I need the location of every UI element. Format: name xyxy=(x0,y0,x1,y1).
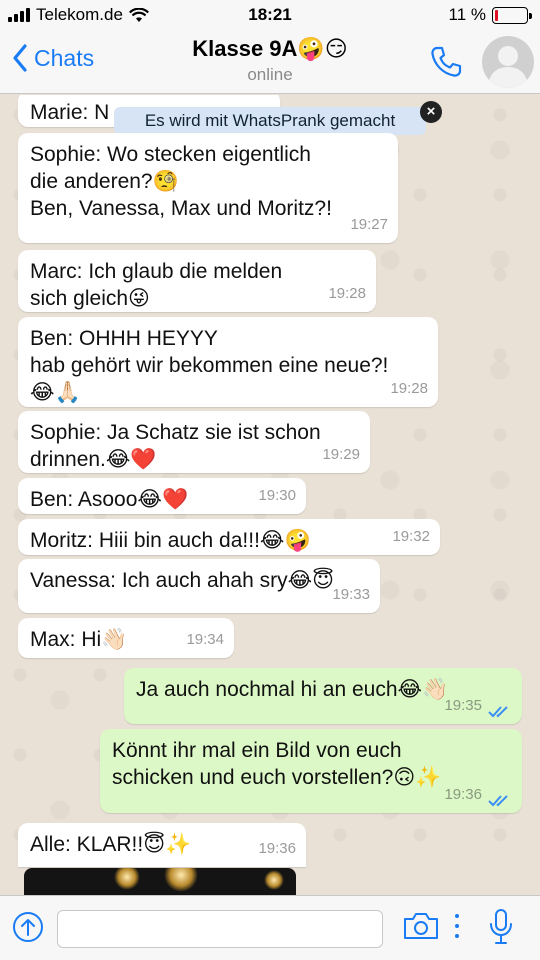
message-bubble: Ben: Asooo😂❤️ 19:30 xyxy=(18,478,306,514)
microphone-icon xyxy=(490,909,512,944)
message-time: 19:28 xyxy=(390,380,428,397)
message-text: Sophie: Wo stecken eigentlich die andere… xyxy=(30,143,332,220)
message-bubble: Sophie: Ja Schatz sie ist schon drinnen.… xyxy=(18,411,370,473)
message-bubble: Vanessa: Ich auch ahah sry😂😇 19:33 xyxy=(18,559,380,613)
user-silhouette-icon xyxy=(488,46,528,88)
photo-light xyxy=(164,868,198,892)
close-icon[interactable]: × xyxy=(420,101,442,123)
camera-button[interactable] xyxy=(402,911,440,946)
message-time: 19:29 xyxy=(322,446,360,463)
chat-area[interactable]: Marie: N Es wird mit WhatsPrank gemacht … xyxy=(0,95,540,895)
double-check-icon xyxy=(488,706,508,718)
prank-banner: Es wird mit WhatsPrank gemacht xyxy=(114,107,426,135)
message-bubble: Ben: OHHH HEYYY hab gehört wir bekommen … xyxy=(18,317,438,407)
message-bubble: Marc: Ich glaub die melden sich gleich😜 … xyxy=(18,250,376,312)
double-check-icon xyxy=(488,795,508,807)
input-bar xyxy=(0,895,540,960)
battery-percent: 11 % xyxy=(448,5,487,24)
message-bubble: Moritz: Hiii bin auch da!!!😂🤪 19:32 xyxy=(18,519,440,555)
message-bubble: Max: Hi👋🏻 19:34 xyxy=(18,618,234,658)
message-time: 19:32 xyxy=(392,528,430,545)
microphone-button[interactable] xyxy=(488,908,514,951)
call-button[interactable] xyxy=(428,44,464,85)
message-text: Moritz: Hiii bin auch da!!!😂🤪 xyxy=(30,529,311,552)
message-time: 19:33 xyxy=(332,586,370,603)
message-time: 19:30 xyxy=(258,487,296,504)
photo-light xyxy=(114,868,140,890)
message-text: Alle: KLAR!!😇✨ xyxy=(30,833,192,856)
message-input[interactable] xyxy=(57,910,383,948)
chat-header: Chats Klasse 9A🤪😏 online xyxy=(0,32,540,94)
message-bubble: Sophie: Wo stecken eigentlich die andere… xyxy=(18,133,398,243)
message-bubble: Alle: KLAR!!😇✨ 19:36 xyxy=(18,823,306,867)
battery-fill xyxy=(495,9,499,21)
message-text: Marc: Ich glaub die melden sich gleich😜 xyxy=(30,260,283,310)
message-time: 19:36 xyxy=(258,840,296,857)
message-text: Vanessa: Ich auch ahah sry😂😇 xyxy=(30,569,335,592)
message-time: 19:36 xyxy=(444,786,482,803)
vertical-dots-icon[interactable] xyxy=(455,914,459,944)
image-message[interactable] xyxy=(24,868,296,895)
arrow-up-circle-icon xyxy=(13,912,43,942)
camera-icon xyxy=(404,913,438,939)
phone-icon xyxy=(431,46,462,77)
message-bubble-outgoing: Ja auch nochmal hi an euch😂👋🏻 19:35 xyxy=(124,668,522,724)
group-avatar[interactable] xyxy=(482,36,534,88)
photo-light xyxy=(264,870,284,890)
message-text: Sophie: Ja Schatz sie ist schon drinnen.… xyxy=(30,421,321,471)
message-time: 19:27 xyxy=(350,216,388,233)
message-bubble-outgoing: Könnt ihr mal ein Bild von euch schicken… xyxy=(100,729,522,813)
status-right: 11 % xyxy=(448,5,532,25)
message-time: 19:35 xyxy=(444,697,482,714)
status-bar: Telekom.de 18:21 11 % xyxy=(0,0,540,32)
battery-icon xyxy=(492,6,532,24)
message-text: Ben: Asooo😂❤️ xyxy=(30,488,189,511)
message-text: Ben: OHHH HEYYY hab gehört wir bekommen … xyxy=(30,327,389,404)
message-time: 19:34 xyxy=(186,631,224,648)
message-time: 19:28 xyxy=(328,285,366,302)
upload-button[interactable] xyxy=(12,911,44,948)
